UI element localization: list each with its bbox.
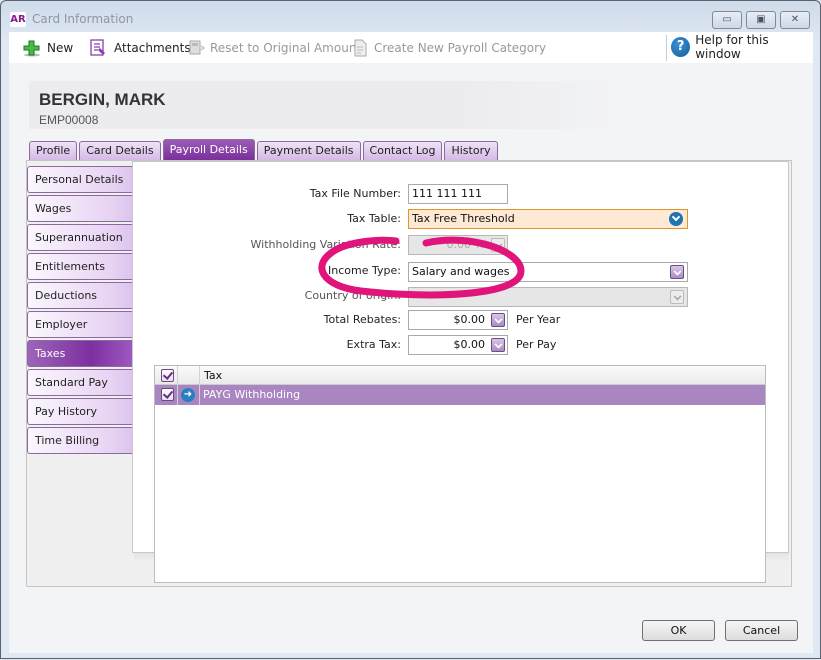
create-new-payroll-category-button[interactable]: Create New Payroll Category — [353, 39, 546, 57]
new-button[interactable]: New — [22, 39, 73, 57]
cancel-button[interactable]: Cancel — [725, 620, 798, 641]
withholding-variation-rate-label: Withholding Variation Rate: — [250, 238, 401, 251]
tax-column-header: Tax — [204, 369, 223, 382]
total-rebates-period: Per Year — [516, 313, 561, 326]
country-of-origin-select — [408, 287, 688, 307]
close-button[interactable]: ✕ — [780, 11, 810, 29]
select-all-checkbox[interactable] — [161, 369, 174, 382]
chevron-down-icon[interactable] — [491, 338, 505, 352]
chevron-down-icon — [670, 265, 684, 279]
app-logo-icon: AR — [10, 12, 26, 27]
income-type-value: Salary and wages — [412, 265, 510, 278]
tax-file-number-input[interactable]: 111 111 111 — [408, 184, 508, 204]
attachment-icon — [89, 39, 109, 57]
row-checkbox[interactable] — [161, 388, 174, 401]
extra-tax-period: Per Pay — [516, 338, 557, 351]
tax-grid-header: Tax — [155, 366, 765, 385]
maximize-button[interactable]: ▣ — [746, 11, 776, 29]
tax-name: PAYG Withholding — [203, 388, 301, 401]
help-icon: ? — [671, 37, 691, 57]
create-label: Create New Payroll Category — [374, 41, 547, 55]
income-type-select[interactable]: Salary and wages — [408, 262, 688, 282]
toolbar: New Attachments Reset to Original Amount… — [9, 32, 813, 63]
tax-table-label: Tax Table: — [347, 212, 401, 225]
reset-label: Reset to Original Amount — [210, 41, 362, 55]
toolbar-separator — [666, 35, 667, 61]
country-of-origin-label: Country of origin: — [304, 289, 401, 302]
sidebar-item-pay-history[interactable]: Pay History — [27, 398, 132, 425]
form-labels: Tax File Number: Tax Table: Withholding … — [9, 63, 401, 363]
total-rebates-input[interactable]: $0.00 — [408, 310, 508, 330]
main-area: BERGIN, MARK EMP00008 Profile Card Detai… — [9, 63, 813, 653]
attachments-button[interactable]: Attachments — [89, 39, 191, 57]
extra-tax-label: Extra Tax: — [346, 338, 401, 351]
tab-history[interactable]: History — [444, 141, 498, 160]
withholding-variation-rate-value: 0.00 % — [446, 238, 485, 251]
tax-file-number-label: Tax File Number: — [309, 187, 401, 200]
ok-button[interactable]: OK — [642, 620, 715, 641]
extra-tax-input[interactable]: $0.00 — [408, 335, 508, 355]
close-icon: ✕ — [790, 14, 800, 25]
tax-table-select[interactable]: Tax Free Threshold — [408, 209, 688, 229]
title-bar: AR Card Information ▭ ▣ ✕ — [1, 1, 820, 33]
reset-to-original-amount-button[interactable]: Reset to Original Amount — [189, 39, 361, 57]
sidebar-item-time-billing[interactable]: Time Billing — [27, 427, 132, 454]
total-rebates-label: Total Rebates: — [323, 313, 401, 326]
column-divider — [177, 366, 178, 405]
tax-table-value: Tax Free Threshold — [412, 212, 515, 225]
column-divider — [199, 366, 200, 405]
help-button[interactable]: ? Help for this window — [671, 33, 813, 61]
tax-grid: Tax ➜ PAYG Withholding — [154, 365, 766, 583]
chevron-down-icon — [669, 212, 683, 226]
plus-icon — [22, 39, 42, 57]
table-row[interactable]: ➜ PAYG Withholding — [155, 385, 765, 405]
extra-tax-value: $0.00 — [453, 338, 486, 351]
arrow-right-icon[interactable]: ➜ — [181, 388, 195, 402]
new-label: New — [47, 41, 74, 55]
new-document-icon — [353, 39, 369, 57]
maximize-icon: ▣ — [756, 14, 766, 25]
total-rebates-value: $0.00 — [453, 313, 486, 326]
card-information-window: AR Card Information ▭ ▣ ✕ New Attachment… — [0, 0, 821, 659]
sidebar-item-standard-pay[interactable]: Standard Pay — [27, 369, 132, 396]
help-label: Help for this window — [695, 33, 769, 61]
minimize-button[interactable]: ▭ — [712, 11, 742, 29]
minimize-icon: ▭ — [722, 14, 732, 25]
attachments-label: Attachments — [114, 41, 191, 55]
chevron-down-icon[interactable] — [491, 313, 505, 327]
window-title: Card Information — [32, 12, 134, 26]
chevron-down-icon — [491, 238, 505, 252]
income-type-label: Income Type: — [328, 264, 401, 277]
calculator-icon — [189, 39, 205, 57]
withholding-variation-rate-input: 0.00 % — [408, 235, 508, 255]
chevron-down-icon — [670, 290, 684, 304]
